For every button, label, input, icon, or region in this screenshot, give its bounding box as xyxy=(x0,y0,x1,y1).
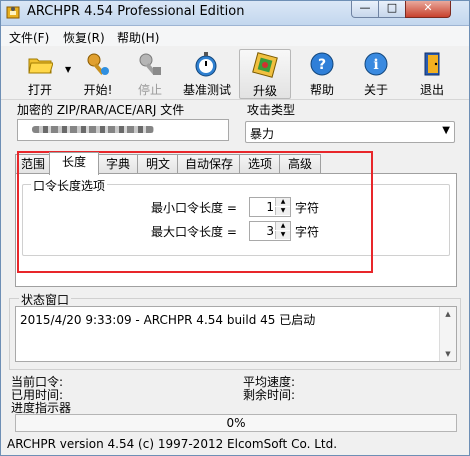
svg-text:i: i xyxy=(373,57,378,73)
exit-label: 退出 xyxy=(419,83,444,97)
close-button[interactable]: ✕ xyxy=(405,1,451,18)
blurred-file-path xyxy=(32,126,154,133)
scroll-down-icon[interactable]: ▼ xyxy=(440,347,456,361)
encrypted-file-field[interactable] xyxy=(17,119,229,141)
menu-recovery[interactable]: 恢复(R) xyxy=(63,29,105,46)
key-start-icon xyxy=(87,53,109,75)
tab-length[interactable]: 长度 xyxy=(49,152,99,175)
status-log[interactable]: 2015/4/20 9:33:09 - ARCHPR 4.54 build 45… xyxy=(15,306,457,362)
stop-label: 停止 xyxy=(137,83,162,97)
stopwatch-icon xyxy=(195,52,217,77)
key-stop-icon xyxy=(139,53,161,75)
start-label: 开始! xyxy=(83,83,113,97)
benchmark-label: 基准测试 xyxy=(182,83,231,97)
attack-type-value: 暴力 xyxy=(250,127,275,141)
app-window: ARCHPR 4.54 Professional Edition — □ ✕ 文… xyxy=(0,0,470,456)
menu-file[interactable]: 文件(F) xyxy=(9,29,49,46)
window-title: ARCHPR 4.54 Professional Edition xyxy=(27,4,245,19)
minimize-button[interactable]: — xyxy=(351,1,379,18)
menu-bar: 文件(F) 恢复(R) 帮助(H) xyxy=(1,26,469,46)
about-label: 关于 xyxy=(363,83,388,97)
open-label: 打开 xyxy=(27,83,52,97)
remaining-time-label: 剩余时间: xyxy=(243,388,296,402)
maximize-button[interactable]: □ xyxy=(378,1,406,18)
progress-value: 0% xyxy=(226,416,246,430)
help-button[interactable]: ? 帮助 xyxy=(297,49,347,97)
open-dropdown-arrow-icon[interactable]: ▼ xyxy=(65,65,71,74)
open-folder-icon xyxy=(28,58,53,74)
exit-door-icon xyxy=(424,52,440,76)
scroll-up-icon[interactable]: ▲ xyxy=(440,307,456,321)
attack-type-label: 攻击类型 xyxy=(247,103,296,117)
progress-bar: 0% xyxy=(15,414,457,432)
start-button[interactable]: 开始! xyxy=(73,49,123,97)
title-bar[interactable]: ARCHPR 4.54 Professional Edition — □ ✕ xyxy=(1,1,469,26)
exit-button[interactable]: 退出 xyxy=(407,49,457,97)
open-button[interactable]: 打开 xyxy=(15,49,65,97)
chevron-down-icon: ▼ xyxy=(442,125,450,136)
upgrade-button[interactable]: 升级 xyxy=(239,49,291,99)
menu-help[interactable]: 帮助(H) xyxy=(117,29,159,46)
upgrade-label: 升级 xyxy=(252,84,277,98)
attack-type-select[interactable]: 暴力 ▼ xyxy=(245,121,455,143)
upgrade-icon xyxy=(252,52,278,78)
encrypted-file-label: 加密的 ZIP/RAR/ACE/ARJ 文件 xyxy=(17,103,185,117)
status-scrollbar[interactable]: ▲ ▼ xyxy=(439,307,456,361)
status-log-line: 2015/4/20 9:33:09 - ARCHPR 4.54 build 45… xyxy=(20,313,316,327)
benchmark-button[interactable]: 基准测试 xyxy=(181,49,233,97)
svg-text:?: ? xyxy=(318,57,326,73)
toolbar: 打开 ▼ 开始! 停止 基准测试 升级 ? 帮助 i 关于 退出 xyxy=(1,47,469,100)
app-icon xyxy=(6,6,20,19)
stop-button[interactable]: 停止 xyxy=(125,49,175,97)
help-label: 帮助 xyxy=(309,83,334,97)
footer-copyright: ARCHPR version 4.54 (c) 1997-2012 ElcomS… xyxy=(7,437,338,451)
info-icon: i xyxy=(364,52,388,76)
help-icon: ? xyxy=(310,52,334,76)
about-button[interactable]: i 关于 xyxy=(351,49,401,97)
